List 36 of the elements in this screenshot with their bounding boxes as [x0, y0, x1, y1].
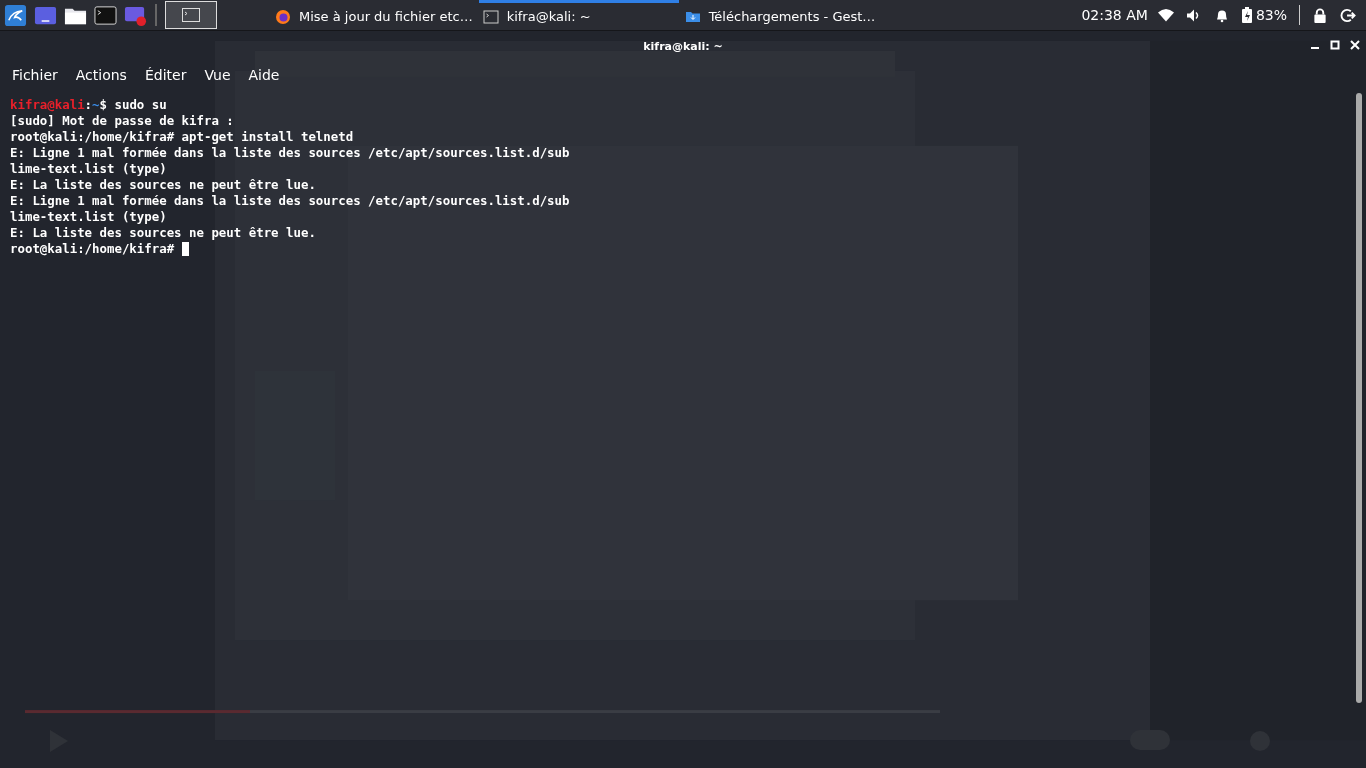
menu-item[interactable]: Aide: [248, 67, 280, 83]
terminal-icon: [482, 8, 499, 25]
terminal-text: [sudo] Mot de passe de kifra :: [10, 113, 234, 129]
wifi-icon[interactable]: [1157, 7, 1174, 23]
terminal-text: E: Ligne 1 mal formée dans la liste des sources /etc/apt/sources.list.d/sub: [10, 145, 570, 161]
terminal-text: :: [84, 97, 93, 113]
clock[interactable]: 02:38 AM: [1081, 7, 1148, 23]
lock-icon[interactable]: [1312, 7, 1328, 23]
menu-item[interactable]: Éditer: [144, 67, 187, 83]
terminal-text: E: Ligne 1 mal formée dans la liste des sources /etc/apt/sources.list.d/sub: [10, 193, 570, 209]
terminal-icon[interactable]: [94, 3, 117, 27]
window-title: kifra@kali: ~: [643, 39, 723, 53]
maximize-icon[interactable]: [1330, 40, 1340, 50]
menu-item[interactable]: Actions: [75, 67, 127, 83]
fox-globe-icon: [275, 8, 291, 25]
logout-icon[interactable]: [1340, 7, 1356, 23]
close-icon[interactable]: [1350, 40, 1360, 50]
terminal-text: lime-text.list (type): [10, 161, 167, 177]
dragon-logo-icon[interactable]: [4, 3, 27, 27]
terminal-text: E: La liste des sources ne peut être lue.: [10, 225, 316, 241]
terminal-icon: [182, 8, 200, 22]
terminal-text: lime-text.list (type): [10, 209, 167, 225]
workspace-button[interactable]: [165, 1, 217, 29]
battery-icon[interactable]: [1241, 7, 1252, 23]
task-button[interactable]: Téléchargements - Gest…: [680, 0, 881, 30]
terminal-text: root@kali:/home/kifra#: [10, 241, 176, 257]
scrollbar-thumb[interactable]: [1356, 93, 1362, 703]
terminal-text: root@kali:/home/kifra# apt-get install telnetd: [10, 129, 354, 145]
menu-item[interactable]: Fichier: [12, 67, 58, 83]
terminal-text: ~: [92, 97, 100, 113]
terminal-text: E: La liste des sources ne peut être lue.: [10, 177, 316, 193]
task-button[interactable]: Mise à jour du fichier etc…: [271, 0, 477, 30]
terminal-text: kifra@kali: [10, 97, 85, 113]
battery-percentage: 83%: [1255, 7, 1287, 23]
terminal-text: $ sudo su: [99, 97, 167, 113]
menu-item[interactable]: Vue: [204, 67, 231, 83]
